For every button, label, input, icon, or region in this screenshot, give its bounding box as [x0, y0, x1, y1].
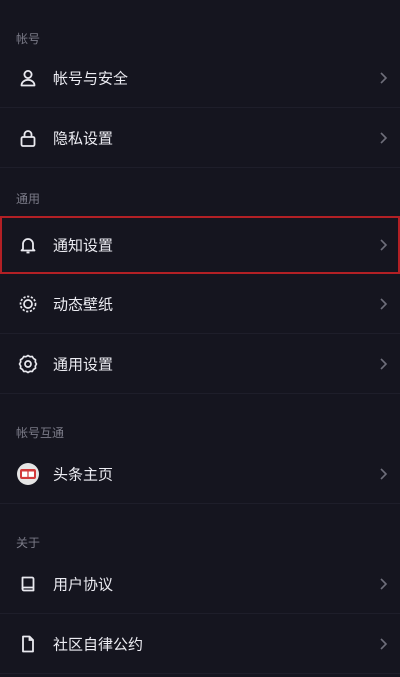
section-header-account: 帐号 — [0, 0, 400, 48]
bell-icon — [16, 233, 40, 257]
lock-icon — [16, 126, 40, 150]
section-header-linked-accounts: 帐号互通 — [0, 394, 400, 444]
wallpaper-icon — [16, 292, 40, 316]
section-title: 帐号互通 — [16, 426, 65, 440]
settings-item-label: 通用设置 — [53, 355, 114, 373]
user-icon — [16, 66, 40, 90]
chevron-right-icon — [380, 131, 388, 144]
chevron-right-icon — [380, 577, 388, 590]
document-icon — [16, 632, 40, 656]
avatar-badge: ■■ — [20, 468, 36, 479]
chevron-right-icon — [380, 637, 388, 650]
settings-item-label: 帐号与安全 — [53, 69, 129, 87]
settings-item-label: 动态壁纸 — [53, 295, 114, 313]
section-title: 通用 — [16, 192, 41, 206]
section-title: 关于 — [16, 536, 41, 550]
settings-item-live-wallpaper[interactable]: 动态壁纸 — [0, 274, 400, 334]
avatar: ■■ — [17, 462, 39, 485]
settings-item-user-agreement[interactable]: 用户协议 — [0, 554, 400, 614]
settings-item-privacy[interactable]: 隐私设置 — [0, 108, 400, 168]
gear-icon — [16, 352, 40, 376]
settings-item-toutiao-homepage[interactable]: ■■ 头条主页 — [0, 444, 400, 504]
book-icon — [16, 572, 40, 596]
chevron-right-icon — [380, 297, 388, 310]
settings-item-notifications[interactable]: 通知设置 — [0, 216, 400, 274]
section-header-general: 通用 — [0, 168, 400, 216]
section-header-about: 关于 — [0, 504, 400, 554]
chevron-right-icon — [380, 71, 388, 84]
section-title: 帐号 — [16, 32, 41, 46]
settings-item-account-security[interactable]: 帐号与安全 — [0, 48, 400, 108]
toutiao-avatar-icon: ■■ — [16, 462, 40, 486]
chevron-right-icon — [380, 357, 388, 370]
settings-item-label: 社区自律公约 — [53, 635, 144, 653]
chevron-right-icon — [380, 238, 388, 251]
settings-item-label: 用户协议 — [53, 575, 114, 593]
settings-item-community-guidelines[interactable]: 社区自律公约 — [0, 614, 400, 674]
settings-item-label: 通知设置 — [53, 236, 114, 254]
settings-list: 帐号 帐号与安全 隐私设置 通用 通知设置 动态壁纸 通用设置 帐号互通 ■■ … — [0, 0, 400, 674]
settings-item-label: 头条主页 — [53, 465, 114, 483]
settings-item-label: 隐私设置 — [53, 129, 114, 147]
settings-item-general[interactable]: 通用设置 — [0, 334, 400, 394]
chevron-right-icon — [380, 467, 388, 480]
